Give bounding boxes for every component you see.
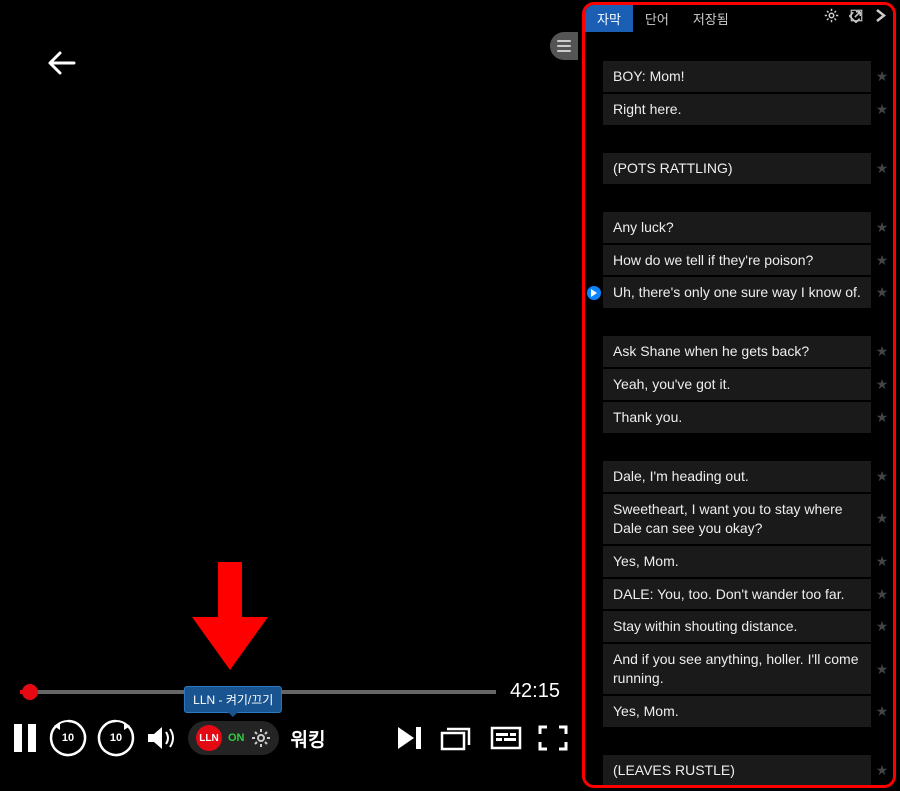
subtitle-row[interactable]: How do we tell if they're poison?★ bbox=[585, 245, 893, 276]
subtitle-text[interactable]: How do we tell if they're poison? bbox=[603, 245, 871, 276]
sidebar-settings-icon[interactable] bbox=[824, 8, 839, 28]
subtitle-row[interactable]: Stay within shouting distance.★ bbox=[585, 611, 893, 642]
pause-button[interactable] bbox=[12, 722, 38, 754]
annotation-arrow bbox=[190, 562, 270, 677]
subtitle-text[interactable]: Ask Shane when he gets back? bbox=[603, 336, 871, 367]
subtitle-row[interactable]: Any luck?★ bbox=[585, 212, 893, 243]
subtitle-row[interactable]: (POTS RATTLING)★ bbox=[585, 153, 893, 184]
sidebar-tab-1[interactable]: 단어 bbox=[633, 5, 681, 32]
sidebar-header: 자막단어저장됨 bbox=[585, 5, 893, 31]
export-icon[interactable] bbox=[849, 8, 864, 28]
current-play-icon bbox=[587, 286, 601, 300]
star-icon[interactable]: ★ bbox=[871, 343, 893, 360]
lln-logo-icon: LLN bbox=[196, 725, 222, 751]
subtitle-row[interactable]: Uh, there's only one sure way I know of.… bbox=[585, 277, 893, 308]
subtitle-text[interactable]: Yes, Mom. bbox=[603, 696, 871, 727]
subtitle-text[interactable]: Yeah, you've got it. bbox=[603, 369, 871, 400]
star-icon[interactable]: ★ bbox=[871, 553, 893, 570]
star-icon[interactable]: ★ bbox=[871, 219, 893, 236]
subtitle-text[interactable]: Dale, I'm heading out. bbox=[603, 461, 871, 492]
subtitle-text[interactable]: And if you see anything, holler. I'll co… bbox=[603, 644, 871, 694]
subtitle-text[interactable]: Uh, there's only one sure way I know of. bbox=[603, 277, 871, 308]
subtitle-row[interactable]: Sweetheart, I want you to stay where Dal… bbox=[585, 494, 893, 544]
star-icon[interactable]: ★ bbox=[871, 762, 893, 779]
subtitle-indicator bbox=[585, 286, 603, 300]
skip-forward-button[interactable]: 10 bbox=[98, 720, 134, 756]
subtitle-row[interactable]: Thank you.★ bbox=[585, 402, 893, 433]
subtitles-button[interactable] bbox=[490, 726, 522, 750]
subtitle-list[interactable]: BOY: Mom!★Right here.★(POTS RATTLING)★An… bbox=[585, 31, 893, 785]
star-icon[interactable]: ★ bbox=[871, 618, 893, 635]
back-button[interactable] bbox=[44, 45, 80, 86]
star-icon[interactable]: ★ bbox=[871, 284, 893, 301]
subtitle-row[interactable]: Yes, Mom.★ bbox=[585, 696, 893, 727]
episodes-button[interactable] bbox=[440, 725, 474, 751]
collapse-icon[interactable] bbox=[874, 8, 887, 28]
lln-sidebar: 자막단어저장됨 BOY: Mom!★Right here.★(POTS RATT… bbox=[582, 2, 896, 788]
subtitle-row[interactable]: Dale, I'm heading out.★ bbox=[585, 461, 893, 492]
star-icon[interactable]: ★ bbox=[871, 68, 893, 85]
subtitle-text[interactable]: BOY: Mom! bbox=[603, 61, 871, 92]
subtitle-text[interactable]: Right here. bbox=[603, 94, 871, 125]
volume-button[interactable] bbox=[146, 725, 176, 751]
subtitle-row[interactable]: Yes, Mom.★ bbox=[585, 546, 893, 577]
star-icon[interactable]: ★ bbox=[871, 409, 893, 426]
seek-knob[interactable] bbox=[22, 684, 38, 700]
subtitle-text[interactable]: DALE: You, too. Don't wander too far. bbox=[603, 579, 871, 610]
video-title: 워킹 bbox=[291, 725, 326, 752]
sidebar-tab-0[interactable]: 자막 bbox=[585, 5, 633, 32]
subtitle-row[interactable]: Yeah, you've got it.★ bbox=[585, 369, 893, 400]
star-icon[interactable]: ★ bbox=[871, 586, 893, 603]
star-icon[interactable]: ★ bbox=[871, 252, 893, 269]
fullscreen-button[interactable] bbox=[538, 725, 568, 751]
video-player-area: 42:15 10 10 LLN - 켜기/끄기 LLN ON bbox=[0, 0, 580, 791]
subtitle-row[interactable]: (LEAVES RUSTLE)★ bbox=[585, 755, 893, 785]
subtitle-row[interactable]: Right here.★ bbox=[585, 94, 893, 125]
subtitle-text[interactable]: Yes, Mom. bbox=[603, 546, 871, 577]
subtitle-row[interactable]: BOY: Mom!★ bbox=[585, 61, 893, 92]
lln-settings-button[interactable] bbox=[251, 728, 271, 748]
subtitle-text[interactable]: Stay within shouting distance. bbox=[603, 611, 871, 642]
player-controls: 10 10 LLN - 켜기/끄기 LLN ON 워킹 bbox=[12, 720, 568, 756]
subtitle-text[interactable]: Thank you. bbox=[603, 402, 871, 433]
subtitle-text[interactable]: (LEAVES RUSTLE) bbox=[603, 755, 871, 785]
sidebar-toggle-button[interactable] bbox=[550, 32, 578, 60]
subtitle-text[interactable]: Any luck? bbox=[603, 212, 871, 243]
star-icon[interactable]: ★ bbox=[871, 468, 893, 485]
star-icon[interactable]: ★ bbox=[871, 661, 893, 678]
lln-tooltip: LLN - 켜기/끄기 bbox=[184, 686, 282, 713]
star-icon[interactable]: ★ bbox=[871, 510, 893, 527]
subtitle-row[interactable]: Ask Shane when he gets back?★ bbox=[585, 336, 893, 367]
subtitle-text[interactable]: (POTS RATTLING) bbox=[603, 153, 871, 184]
sidebar-tab-2[interactable]: 저장됨 bbox=[681, 5, 741, 32]
subtitle-text[interactable]: Sweetheart, I want you to stay where Dal… bbox=[603, 494, 871, 544]
lln-state-label: ON bbox=[228, 732, 245, 744]
star-icon[interactable]: ★ bbox=[871, 101, 893, 118]
subtitle-row[interactable]: DALE: You, too. Don't wander too far.★ bbox=[585, 579, 893, 610]
star-icon[interactable]: ★ bbox=[871, 376, 893, 393]
progress-container: 42:15 bbox=[20, 680, 560, 703]
subtitle-row[interactable]: And if you see anything, holler. I'll co… bbox=[585, 644, 893, 694]
skip-back-button[interactable]: 10 bbox=[50, 720, 86, 756]
next-episode-button[interactable] bbox=[396, 725, 424, 751]
time-remaining: 42:15 bbox=[510, 680, 560, 703]
star-icon[interactable]: ★ bbox=[871, 703, 893, 720]
star-icon[interactable]: ★ bbox=[871, 160, 893, 177]
lln-toggle[interactable]: LLN - 켜기/끄기 LLN ON bbox=[188, 721, 279, 755]
